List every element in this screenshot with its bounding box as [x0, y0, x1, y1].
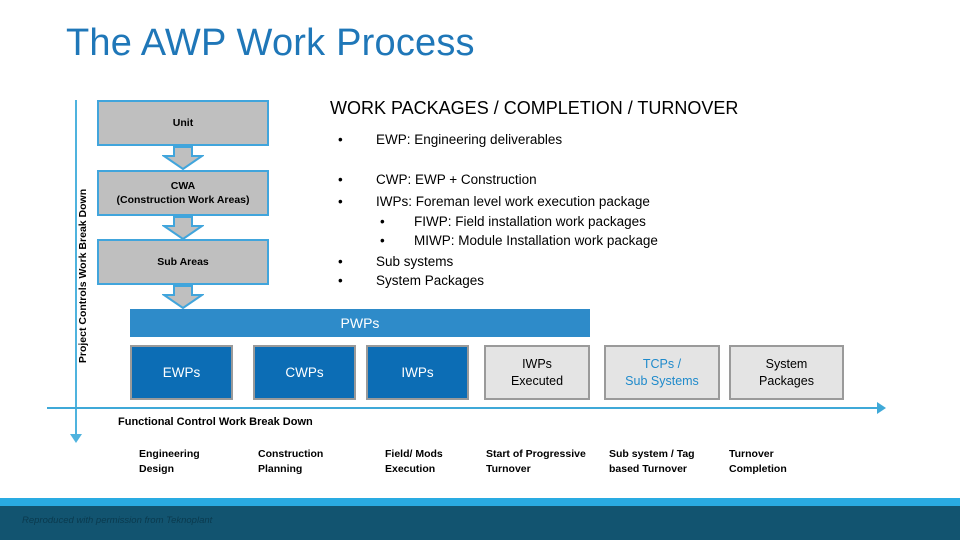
fc-label-line2: Completion — [729, 463, 787, 476]
pwps-bar-label: PWPs — [340, 315, 380, 331]
package-box-ewps-line1: EWPs — [162, 364, 201, 380]
bullet-item-system-packages: • System Packages — [330, 274, 930, 288]
vertical-axis-label: Project Controls Work Break Down — [77, 188, 89, 364]
horizontal-axis-arrowhead-icon — [877, 402, 886, 414]
bullet-text: MIWP: Module Installation work package — [414, 233, 658, 248]
package-box-ewps[interactable]: EWPs — [130, 345, 233, 400]
bullet-item-fiwp: • FIWP: Field installation work packages — [330, 213, 930, 229]
bullet-text: System Packages — [376, 273, 485, 288]
fc-label-line1: Start of Progressive — [486, 448, 586, 460]
fc-label-line1: Engineering — [139, 448, 200, 460]
work-packages-heading: WORK PACKAGES / COMPLETION / TURNOVER — [330, 98, 739, 118]
functional-control-label-field-mods-execution: Field/ Mods Execution — [385, 447, 443, 477]
fc-label-line2: based Turnover — [609, 463, 687, 476]
package-box-iwps-executed[interactable]: IWPs Executed — [484, 345, 590, 400]
footer-accent-stripe — [0, 498, 960, 506]
horizontal-axis-line — [47, 407, 880, 409]
vertical-axis-arrowhead-icon — [70, 434, 82, 443]
package-box-iwps-executed-line2: Executed — [510, 373, 564, 388]
wbs-box-cwa[interactable]: CWA (Construction Work Areas) — [97, 170, 269, 216]
fc-label-line2: Design — [139, 463, 175, 476]
bullet-text: FIWP: Field installation work packages — [414, 213, 646, 229]
work-packages-bullet-list: • EWP: Engineering deliverables • CWP: E… — [330, 126, 930, 288]
pwps-bar[interactable]: PWPs — [130, 309, 590, 337]
bullet-text: CWP: EWP + Construction — [376, 171, 537, 187]
functional-control-label-engineering-design: Engineering Design — [139, 447, 200, 477]
bullet-text: Sub systems — [376, 253, 454, 269]
package-box-tcps-line1: TCPs / — [642, 357, 682, 372]
functional-control-label-construction-planning: Construction Planning — [258, 447, 323, 477]
fc-label-line1: Turnover — [729, 448, 774, 460]
fc-label-line1: Sub system / Tag — [609, 448, 695, 460]
fc-label-line2: Turnover — [486, 463, 531, 476]
package-box-system-packages-line1: System — [765, 357, 808, 372]
bullet-marker-icon: • — [380, 213, 385, 229]
bullet-marker-icon: • — [338, 171, 343, 187]
fc-label-line1: Construction — [258, 448, 324, 460]
wbs-box-cwa-line1: CWA — [170, 179, 196, 192]
bullet-item-sub-systems: • Sub systems — [330, 253, 930, 269]
bullet-marker-icon: • — [338, 273, 343, 288]
bullet-marker-icon: • — [338, 253, 343, 269]
package-box-cwps[interactable]: CWPs — [253, 345, 356, 400]
wbs-box-unit[interactable]: Unit — [97, 100, 269, 146]
package-box-system-packages[interactable]: System Packages — [729, 345, 844, 400]
wbs-box-unit-line1: Unit — [172, 116, 194, 129]
bullet-text: IWPs: Foreman level work execution packa… — [376, 194, 650, 209]
package-box-iwps[interactable]: IWPs — [366, 345, 469, 400]
wbs-box-cwa-line2: (Construction Work Areas) — [116, 194, 250, 206]
package-box-iwps-executed-line1: IWPs — [522, 357, 552, 372]
package-box-tcps-sub-systems[interactable]: TCPs / Sub Systems — [604, 345, 720, 400]
wbs-box-sub-areas-line1: Sub Areas — [157, 255, 209, 268]
flow-arrow-down-icon-1 — [160, 146, 206, 171]
fc-label-line1: Field/ Mods — [385, 448, 443, 460]
flow-arrow-down-icon-2 — [160, 216, 206, 241]
bullet-text: EWP: Engineering deliverables — [376, 132, 563, 147]
bullet-marker-icon: • — [338, 194, 343, 209]
bullet-item-miwp: • MIWP: Module Installation work package — [330, 234, 930, 248]
fc-label-line2: Planning — [258, 463, 303, 476]
page-title: The AWP Work Process — [66, 22, 475, 64]
package-box-iwps-line1: IWPs — [401, 364, 434, 380]
footer-credit-text: Reproduced with permission from Teknopla… — [22, 515, 213, 526]
package-box-cwps-line1: CWPs — [285, 364, 324, 380]
functional-control-label-turnover-completion: Turnover Completion — [729, 447, 787, 477]
bullet-marker-icon: • — [338, 132, 343, 147]
bullet-item-cwp: • CWP: EWP + Construction — [330, 171, 930, 187]
flow-arrow-down-icon-3 — [160, 285, 206, 310]
functional-control-title: Functional Control Work Break Down — [118, 416, 313, 428]
fc-label-line2: Execution — [385, 463, 436, 476]
bullet-marker-icon: • — [380, 233, 385, 248]
bullet-item-ewp: • EWP: Engineering deliverables — [330, 133, 930, 147]
functional-control-label-start-progressive-turnover: Start of Progressive Turnover — [486, 447, 586, 477]
functional-control-label-sub-system-tag-turnover: Sub system / Tag based Turnover — [609, 447, 695, 477]
wbs-box-sub-areas[interactable]: Sub Areas — [97, 239, 269, 285]
bullet-item-iwps: • IWPs: Foreman level work execution pac… — [330, 195, 930, 209]
package-box-system-packages-line2: Packages — [759, 373, 814, 388]
package-box-tcps-line2: Sub Systems — [625, 373, 699, 388]
